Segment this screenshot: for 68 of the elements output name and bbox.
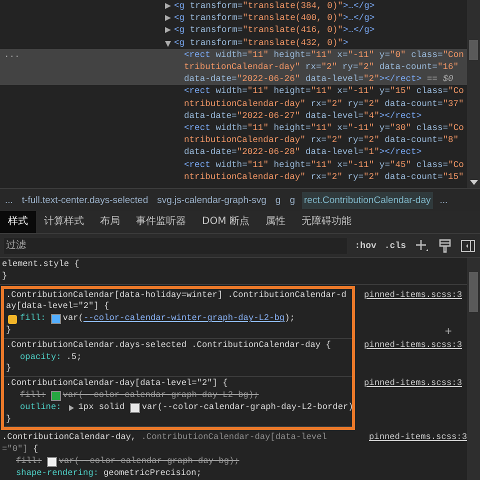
css-value[interactable]: ); — [284, 313, 295, 325]
toggle-button[interactable]: .cls — [384, 240, 406, 250]
color-swatch[interactable] — [50, 314, 61, 324]
css-value[interactable]: var(--color-calendar-graph-day-L2-border) — [142, 402, 354, 414]
tab[interactable]: DOM 断点 — [194, 211, 258, 233]
color-swatch[interactable] — [130, 402, 140, 413]
breadcrumb[interactable]: rect.ContributionCalendar-day — [302, 192, 433, 208]
css-property[interactable]: outline: — [20, 402, 62, 414]
sidebar-toggle-icon[interactable] — [460, 238, 476, 254]
tab[interactable]: 布局 — [92, 211, 128, 233]
element-markup[interactable]: <g transform="translate(416, 0)">…</g> — [174, 24, 461, 37]
row-menu-marker[interactable]: ... — [4, 48, 20, 62]
element-markup[interactable]: <g transform="translate(400, 0)">…</g> — [174, 12, 461, 24]
new-rule-icon[interactable] — [414, 238, 430, 254]
css-selector: element.style { — [2, 259, 80, 271]
element-markup[interactable]: <rect width="11" height="11" x="-11" y="30" class="ContributionCalendar-day" rx="2" ry="2" data-count="8" data-date="2022-06-28" data-level="1"></rect> — [184, 122, 467, 159]
breadcrumb[interactable]: ... — [438, 192, 450, 208]
css-property[interactable]: fill: — [20, 313, 46, 325]
caret-icon[interactable] — [165, 15, 171, 22]
css-selector: .ContributionCalendar.days-selected .ContributionCalendar-day { — [6, 340, 332, 352]
filter-field[interactable]: 过滤 — [4, 238, 347, 254]
css-property[interactable]: fill: — [16, 456, 42, 468]
css-property[interactable]: opacity: — [20, 352, 62, 364]
caret-icon[interactable] — [69, 404, 74, 411]
css-value[interactable]: var( — [62, 313, 84, 325]
css-value[interactable]: var(--color-calendar-graph-day-L2-bg); — [62, 390, 259, 402]
caret-icon[interactable] — [165, 3, 171, 9]
paint-icon[interactable] — [438, 238, 452, 254]
checkbox[interactable] — [8, 314, 17, 324]
tab[interactable]: 无障碍功能 — [293, 211, 360, 233]
closing-brace: } — [6, 414, 12, 426]
breadcrumb[interactable]: t-full.text-center.days-selected — [20, 192, 150, 208]
toggle-button[interactable]: :hov — [354, 240, 376, 250]
element-markup[interactable]: <rect width="11" height="11" x="-11" y="15" class="ContributionCalendar-day" rx="2" ry="2" data-count="37" data-date="2022-06-27" data-level="4"></rect> — [184, 85, 467, 122]
source-link[interactable]: pinned-items.scss:3 — [364, 340, 462, 352]
tab[interactable]: 事件监听器 — [128, 211, 194, 233]
css-selector: .ContributionCalendar-day[data-level="2"] { — [6, 378, 229, 390]
breadcrumb[interactable]: ... — [3, 192, 15, 208]
element-markup[interactable]: <g transform="translate(384, 0)">…</g> — [174, 0, 461, 12]
breadcrumb[interactable]: g — [288, 192, 298, 208]
color-swatch[interactable] — [50, 390, 61, 401]
source-link[interactable]: pinned-items.scss:3 — [369, 432, 467, 456]
scrollbar[interactable] — [467, 258, 480, 480]
color-swatch[interactable] — [46, 456, 57, 467]
add-property-button[interactable]: + — [444, 326, 452, 338]
css-property[interactable]: fill: — [20, 390, 46, 402]
scrollbar[interactable] — [467, 0, 480, 188]
closing-brace: } — [2, 270, 8, 283]
breadcrumb[interactable]: g — [273, 192, 283, 208]
tab[interactable]: 计算样式 — [36, 211, 92, 233]
element-markup[interactable]: <g transform="translate(432, 0)"> — [174, 36, 461, 49]
css-selector: .ContributionCalendar-day, .ContributionCalendar-day[data-level="0"] { — [2, 432, 328, 456]
source-link[interactable]: pinned-items.scss:3 — [364, 290, 462, 302]
css-value[interactable]: geometricPrecision; — [104, 468, 202, 480]
tab[interactable]: 属性 — [257, 211, 294, 233]
closing-brace: } — [6, 324, 12, 337]
css-value[interactable]: var(--color-calendar-graph-day-bg); — [58, 456, 240, 468]
variable-link[interactable]: --color-calendar-winter-graph-day-L2-bg — [83, 313, 285, 325]
caret-icon[interactable] — [165, 27, 171, 34]
tab[interactable]: 样式 — [0, 211, 36, 233]
source-link[interactable]: pinned-items.scss:3 — [364, 378, 462, 390]
css-value[interactable]: 1px solid — [78, 402, 130, 414]
closing-brace: } — [6, 363, 12, 376]
css-property[interactable]: shape-rendering: — [16, 468, 99, 480]
element-markup[interactable]: <rect width="11" height="11" x="-11" y="45" class="ContributionCalendar-day" rx="2" ry="2" data-count="15" — [184, 158, 467, 184]
css-value[interactable]: .5; — [66, 352, 82, 364]
breadcrumb[interactable]: svg.js-calendar-graph-svg — [155, 192, 268, 208]
element-markup[interactable]: <rect width="11" height="11" x="-11" y="0" class="ContributionCalendar-day" rx="2" ry="2" data-count="16" data-date="2022-06-26" data-level="2"></rect> == $0 — [184, 48, 467, 86]
